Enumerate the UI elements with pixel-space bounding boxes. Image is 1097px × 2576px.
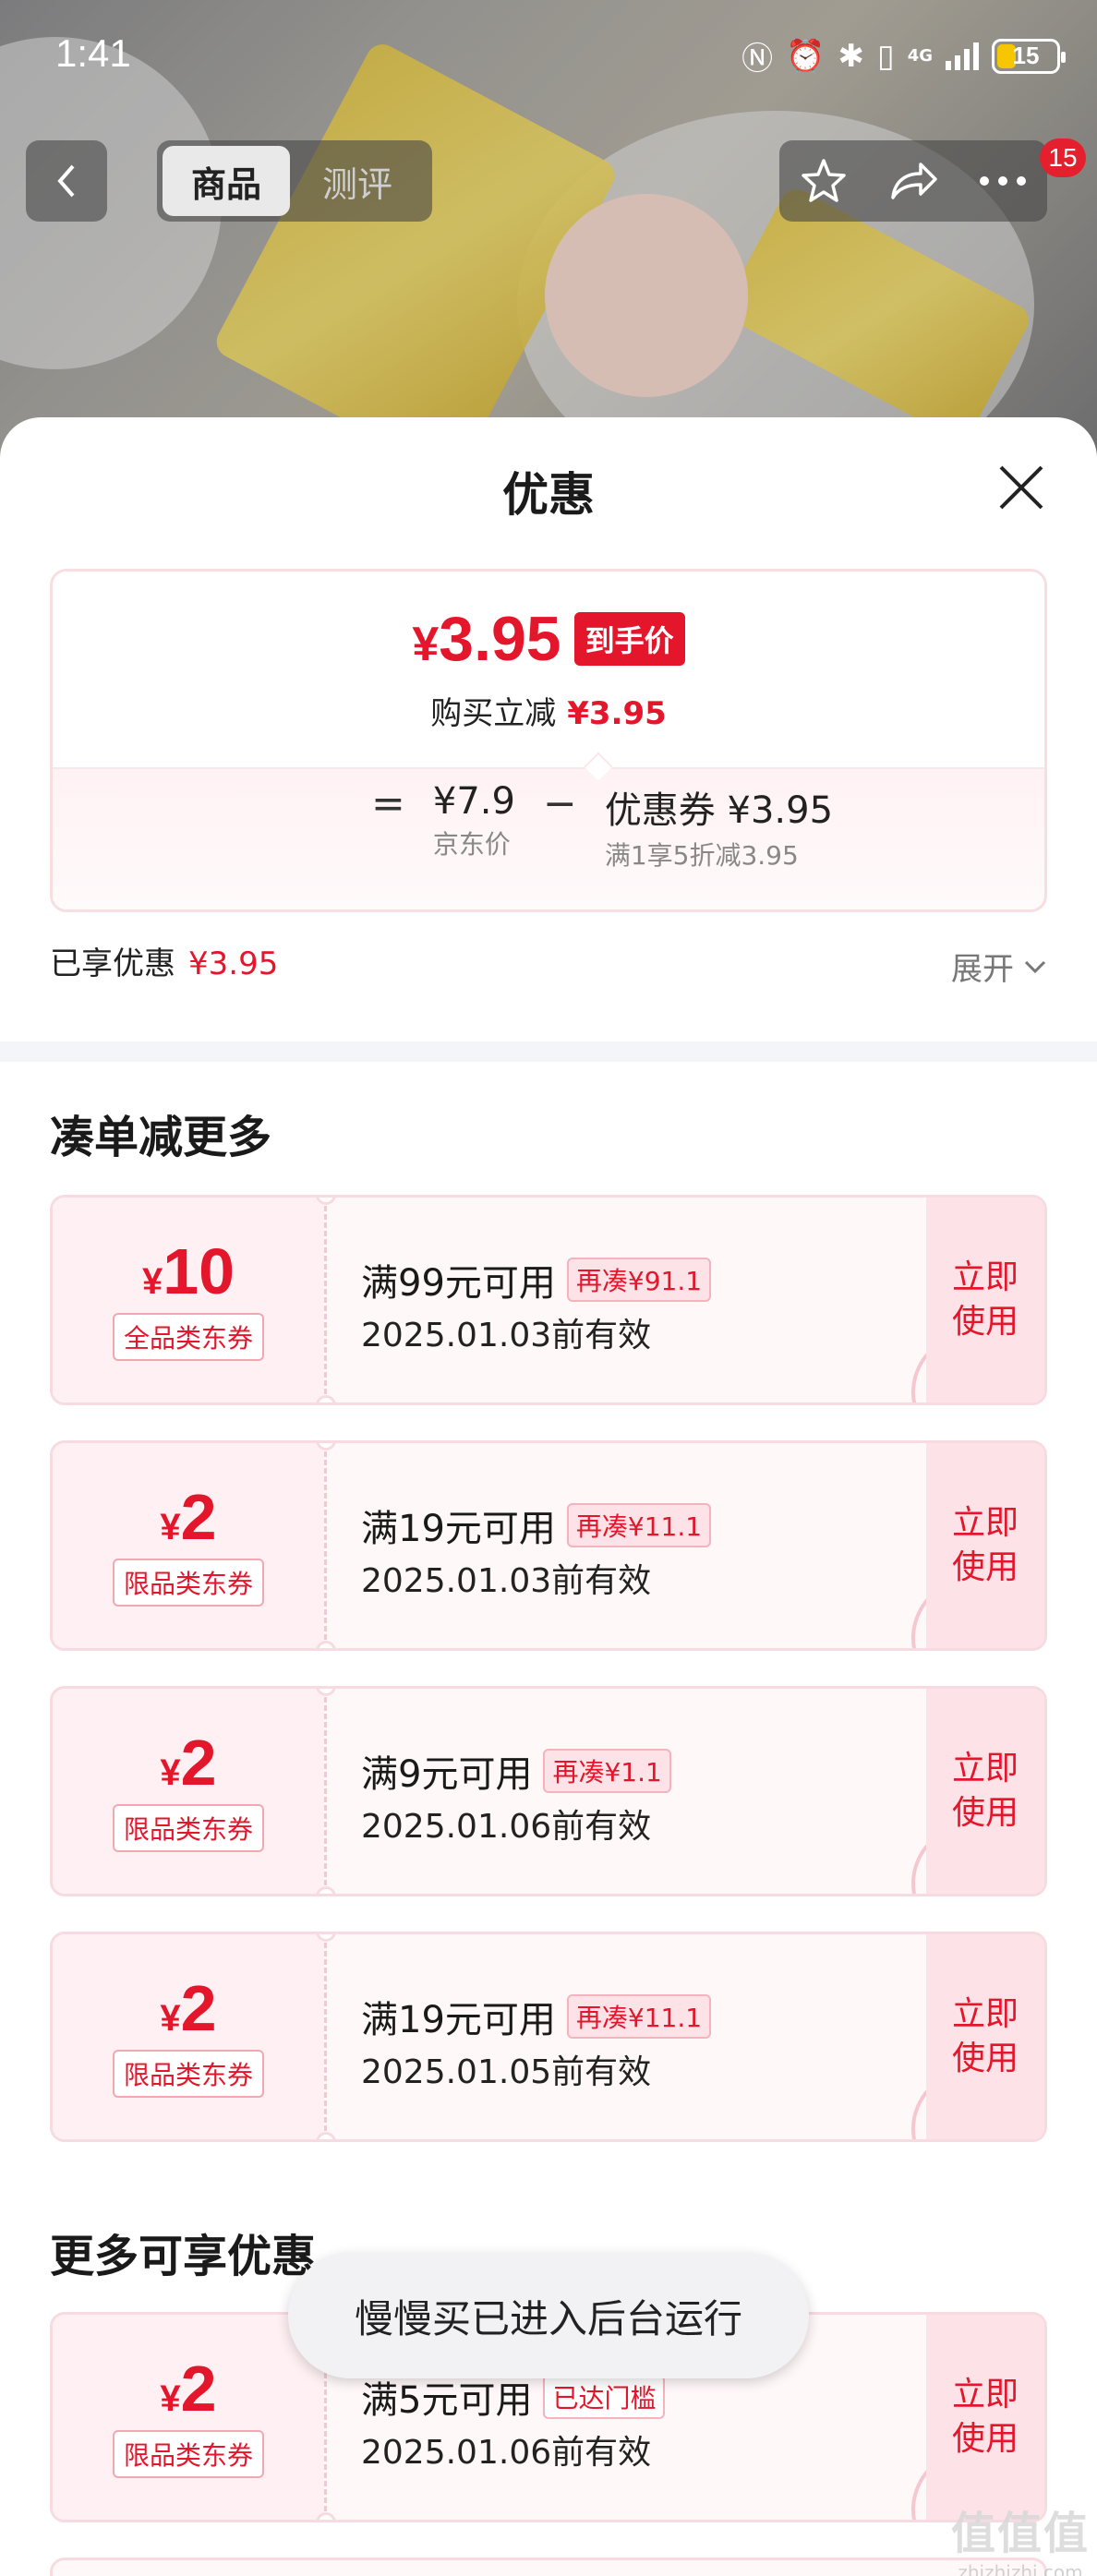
coupon-amount: ¥10 bbox=[141, 1235, 235, 1307]
equals-sign: = bbox=[371, 780, 405, 827]
background-running-toast: 慢慢买已进入后台运行 bbox=[288, 2253, 809, 2378]
coupon-condition: 满99元可用 bbox=[361, 1262, 556, 1305]
coupon-card: ¥10 全品类东券 满99元可用 再凑¥91.1 2025.01.03前有效 已… bbox=[50, 1195, 1047, 1405]
close-icon[interactable] bbox=[995, 462, 1047, 513]
coupon-gap-tag: 再凑¥91.1 bbox=[566, 1258, 712, 1302]
coupon-type: 限品类东券 bbox=[112, 2430, 264, 2478]
coupon-condition: 满9元可用 bbox=[361, 1753, 533, 1796]
use-now-button[interactable]: 立即使用 bbox=[926, 1934, 1044, 2139]
buy-reduce: 购买立减 ¥3.95 bbox=[430, 695, 667, 732]
final-price: ¥3.95 bbox=[412, 604, 561, 674]
price-formula: = ¥7.9 京东价 − 优惠券 ¥3.95 满1享5折减3.95 bbox=[371, 780, 833, 873]
notification-badge: 15 bbox=[1040, 138, 1086, 177]
coupon-expiry: 2025.01.05前有效 bbox=[361, 2053, 652, 2091]
nfc-icon: Ⓝ bbox=[741, 41, 774, 78]
price-summary-card: ¥3.95 到手价 购买立减 ¥3.95 = ¥7.9 京东价 − 优惠券 ¥3.… bbox=[50, 569, 1047, 912]
coupon-condition: 满19元可用 bbox=[361, 1508, 556, 1550]
chevron-down-icon bbox=[1024, 960, 1046, 973]
alarm-icon: ⏰ bbox=[786, 37, 826, 75]
coupon-gap-tag: 再凑¥11.1 bbox=[566, 1994, 712, 2039]
minus-sign: − bbox=[542, 780, 577, 827]
sheet-title: 优惠 bbox=[502, 468, 595, 522]
tab-product[interactable]: 商品 bbox=[163, 146, 290, 216]
network-type: 4G bbox=[907, 45, 933, 66]
status-time: 1:41 bbox=[55, 31, 131, 75]
vibrate-icon: ▯ bbox=[876, 37, 895, 75]
watermark-logo: 值值值 bbox=[950, 2508, 1090, 2559]
bluetooth-icon: ✱ bbox=[838, 37, 864, 75]
coupon-threshold-met-tag: 已达门槛 bbox=[543, 2375, 666, 2419]
status-bar: 1:41 Ⓝ ⏰ ✱ ▯ 4G 15 bbox=[0, 0, 1097, 111]
product-tabs: 商品 测评 bbox=[157, 140, 432, 222]
coupon-amount: ¥2 bbox=[160, 2353, 217, 2425]
coupon-amount: ¥2 bbox=[160, 1727, 217, 1799]
coupon-deduction: 优惠券 ¥3.95 满1享5折减3.95 bbox=[604, 789, 834, 871]
share-icon[interactable] bbox=[887, 157, 939, 205]
coupon-card: ¥2 限品类东券 满9元可用 再凑¥1.1 2025.01.06前有效 已领 立… bbox=[50, 1686, 1047, 1896]
enjoyed-discount: 已享优惠 ¥3.95 bbox=[50, 945, 279, 982]
coupon-expiry: 2025.01.06前有效 bbox=[361, 1808, 652, 1846]
coupon-gap-tag: 再凑¥1.1 bbox=[543, 1749, 671, 1793]
star-icon[interactable] bbox=[800, 157, 848, 205]
use-now-button[interactable]: 立即使用 bbox=[926, 1443, 1044, 1648]
use-now-button[interactable]: 立即使用 bbox=[926, 1198, 1044, 1402]
coupon-card: ¥2 限品类东券 满19元可用 再凑¥11.1 2025.01.03前有效 已领… bbox=[50, 1440, 1047, 1651]
coupon-amount: ¥2 bbox=[160, 1972, 217, 2044]
nav-actions bbox=[779, 140, 1047, 222]
section-title-combine: 凑单减更多 bbox=[50, 1112, 272, 1163]
battery-icon: 15 bbox=[992, 38, 1066, 74]
coupon-condition: 满19元可用 bbox=[361, 1999, 556, 2041]
coupon-card: ¥2 限品类东券 满19元可用 再凑¥11.1 2025.01.05前有效 已领… bbox=[50, 1932, 1047, 2142]
coupon-amount: ¥2 bbox=[160, 1481, 217, 1553]
coupon-card-partial bbox=[50, 2558, 1047, 2576]
use-now-button[interactable]: 立即使用 bbox=[926, 1689, 1044, 1894]
coupon-type: 限品类东券 bbox=[112, 1559, 264, 1607]
chevron-left-icon bbox=[57, 164, 75, 198]
coupon-type: 限品类东券 bbox=[112, 2050, 264, 2098]
more-icon[interactable] bbox=[979, 175, 1027, 187]
coupon-gap-tag: 再凑¥11.1 bbox=[566, 1503, 712, 1547]
signal-icon bbox=[946, 42, 979, 70]
section-divider bbox=[0, 1041, 1097, 1062]
coupon-expiry: 2025.01.03前有效 bbox=[361, 1317, 652, 1354]
coupon-expiry: 2025.01.06前有效 bbox=[361, 2434, 652, 2472]
tab-review[interactable]: 测评 bbox=[290, 146, 425, 216]
coupon-expiry: 2025.01.03前有效 bbox=[361, 1562, 652, 1600]
battery-level: 15 bbox=[1012, 42, 1040, 69]
expand-button[interactable]: 展开 bbox=[951, 944, 1047, 989]
back-button[interactable] bbox=[26, 140, 107, 222]
watermark: 值值值 zhizhizhi.com bbox=[951, 2497, 1090, 2576]
coupon-type: 限品类东券 bbox=[112, 1804, 264, 1852]
coupon-type: 全品类东券 bbox=[112, 1313, 264, 1361]
final-price-tag: 到手价 bbox=[573, 612, 685, 666]
use-now-button[interactable]: 立即使用 bbox=[926, 2315, 1044, 2520]
section-title-more: 更多可享优惠 bbox=[50, 2231, 317, 2282]
base-price: ¥7.9 京东价 bbox=[432, 780, 515, 860]
watermark-url: zhizhizhi.com bbox=[958, 2561, 1083, 2576]
